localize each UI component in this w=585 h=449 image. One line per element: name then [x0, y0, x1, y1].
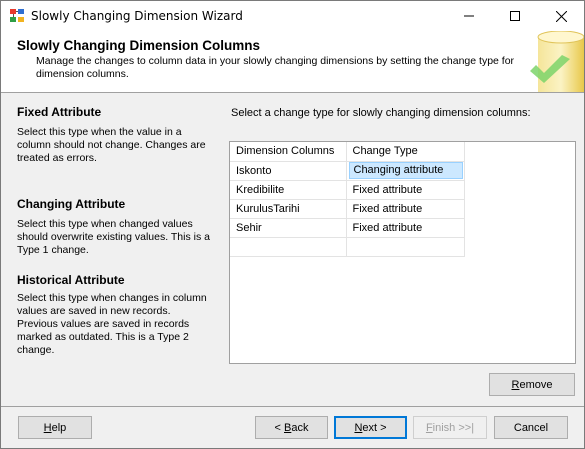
wizard-header: Slowly Changing Dimension Columns Manage… [1, 31, 584, 93]
historical-attribute-text: Select this type when changes in column … [17, 292, 207, 356]
cancel-button[interactable]: Cancel [494, 416, 568, 439]
changing-attribute-heading: Changing Attribute [17, 197, 126, 211]
maximize-button[interactable] [492, 1, 538, 31]
close-button[interactable] [538, 1, 584, 31]
header-row: Dimension Columns Change Type [230, 142, 465, 162]
change-type-value[interactable]: Changing attribute [348, 162, 463, 179]
change-type-cell[interactable]: Fixed attribute [346, 180, 465, 200]
columns-grid[interactable]: Dimension Columns Change Type Iskonto Ch… [229, 141, 576, 364]
next-accel: N [354, 421, 363, 434]
minimize-icon [464, 15, 474, 17]
columns-table: Dimension Columns Change Type Iskonto Ch… [230, 142, 465, 257]
help-label: elp [51, 421, 67, 434]
back-label: ack [291, 421, 309, 434]
page-title: Slowly Changing Dimension Columns [17, 38, 261, 53]
help-accel: H [43, 421, 52, 434]
column-header-change-type[interactable]: Change Type [346, 142, 465, 162]
dimension-column-cell[interactable]: Sehir [230, 218, 347, 238]
database-graphic-icon [530, 31, 584, 92]
change-type-select[interactable]: Changing attribute [346, 161, 465, 181]
next-button[interactable]: Next > [334, 416, 407, 439]
grid-instruction: Select a change type for slowly changing… [231, 107, 531, 119]
maximize-icon [510, 11, 520, 21]
historical-attribute-heading: Historical Attribute [17, 273, 125, 287]
remove-button[interactable]: Remove [489, 373, 575, 396]
footer-divider [1, 406, 584, 407]
back-accel: B [284, 421, 292, 434]
table-row[interactable]: Kredibilite Fixed attribute [230, 180, 465, 200]
table-row[interactable]: Sehir Fixed attribute [230, 218, 465, 238]
column-header-dimension[interactable]: Dimension Columns [230, 142, 347, 162]
empty-change-type-cell[interactable] [346, 237, 465, 257]
remove-accel: R [511, 378, 520, 391]
page-description: Manage the changes to column data in you… [36, 55, 515, 80]
help-button[interactable]: Help [18, 416, 92, 439]
finish-accel: F [425, 421, 433, 434]
next-label: ext > [362, 421, 387, 434]
dimension-column-cell[interactable]: KurulusTarihi [230, 199, 347, 219]
empty-dimension-cell[interactable] [230, 237, 347, 257]
app-icon [10, 9, 24, 22]
close-icon [555, 10, 567, 22]
table-row[interactable]: KurulusTarihi Fixed attribute [230, 199, 465, 219]
finish-button[interactable]: Finish >>| [413, 416, 487, 439]
dimension-column-cell[interactable]: Iskonto [230, 161, 347, 181]
window-title: Slowly Changing Dimension Wizard [31, 9, 243, 23]
fixed-attribute-text: Select this type when the value in a col… [17, 126, 206, 164]
new-row[interactable] [230, 237, 465, 257]
minimize-button[interactable] [446, 1, 492, 31]
fixed-attribute-heading: Fixed Attribute [17, 105, 102, 119]
change-type-cell[interactable]: Fixed attribute [346, 218, 465, 238]
wizard-window: Slowly Changing Dimension Wizard Slowly … [0, 0, 585, 449]
remove-label: emove [519, 378, 553, 391]
changing-attribute-text: Select this type when changed values sho… [17, 218, 210, 256]
table-row[interactable]: Iskonto Changing attribute [230, 161, 465, 181]
change-type-cell[interactable]: Fixed attribute [346, 199, 465, 219]
finish-label: inish >>| [432, 421, 475, 434]
back-prefix: < [274, 421, 284, 434]
dimension-column-cell[interactable]: Kredibilite [230, 180, 347, 200]
title-bar: Slowly Changing Dimension Wizard [1, 1, 584, 31]
back-button[interactable]: < Back [255, 416, 328, 439]
